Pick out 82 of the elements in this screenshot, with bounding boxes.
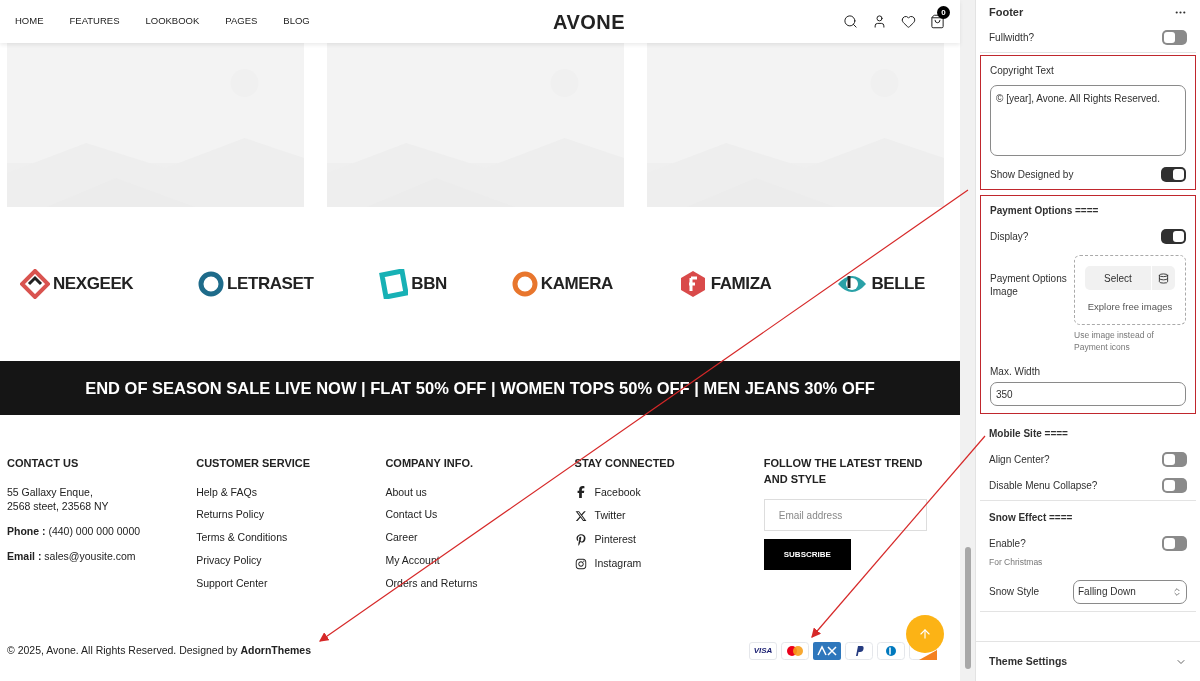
x-icon: [574, 510, 587, 523]
field-label: Snow Style: [989, 585, 1041, 600]
max-width-field[interactable]: 350: [990, 382, 1186, 406]
footer-link[interactable]: Returns Policy: [196, 507, 386, 523]
social-link[interactable]: Instagram: [594, 555, 642, 572]
footer-link[interactable]: Help & FAQs: [196, 484, 386, 501]
database-button[interactable]: [1151, 266, 1175, 290]
footer-link[interactable]: Terms & Conditions: [196, 530, 386, 546]
phone-text: Phone : (440) 000 000 0000: [7, 523, 142, 539]
bag-icon[interactable]: [930, 14, 945, 29]
address-line: 55 Gallaxy Enque,: [7, 484, 94, 499]
instagram-icon: [574, 557, 587, 570]
visa-card: VISA: [749, 642, 777, 660]
subscribe-button[interactable]: SUBSCRIBE: [763, 539, 851, 570]
nav-link[interactable]: LOOKBOOK: [145, 14, 200, 29]
email-text: Email : sales@yousite.com: [7, 549, 137, 565]
toggle-switch[interactable]: [1162, 452, 1187, 467]
brand-name: KAMERA: [540, 273, 613, 296]
pinterest-icon: [574, 533, 587, 546]
toggle-switch[interactable]: [1162, 30, 1187, 45]
column-heading: CUSTOMER SERVICE: [196, 456, 312, 471]
help-text: For Christmas: [989, 556, 1044, 569]
nav-link[interactable]: PAGES: [225, 14, 258, 29]
help-text: Use image instead of Payment icons: [1074, 329, 1155, 353]
theme-settings-accordion[interactable]: Theme Settings: [976, 641, 1200, 681]
database-icon: [1158, 272, 1169, 284]
paypal-icon: [845, 642, 873, 660]
column-heading: STAY CONNECTED: [574, 456, 676, 471]
brand-name: BBN: [411, 273, 447, 296]
column-heading: FOLLOW THE LATEST TREND AND STYLE: [763, 456, 924, 487]
footer-link[interactable]: Privacy Policy: [196, 552, 386, 569]
email-field[interactable]: Email address: [763, 499, 927, 531]
brand-name: FAMIZA: [710, 273, 772, 296]
amex-card-icon: [813, 642, 841, 660]
column-heading: CONTACT US: [7, 456, 80, 471]
select-image-button[interactable]: Select: [1085, 266, 1151, 290]
footer-link[interactable]: Career: [385, 530, 575, 546]
section-heading: Mobile Site ====: [989, 427, 1069, 441]
column-heading: COMPANY INFO.: [385, 456, 474, 471]
brand-name: BELLE: [871, 273, 925, 296]
field-label: Show Designed by: [990, 168, 1074, 182]
field-label: Disable Menu Collapse?: [989, 479, 1098, 493]
field-label: Payment Options Image: [990, 272, 1068, 299]
footer-link[interactable]: Support Center: [196, 575, 386, 592]
field-label: Max. Width: [990, 365, 1041, 379]
section-heading: Snow Effect ====: [989, 511, 1074, 525]
image-drop-zone[interactable]: Select Explore free images: [1074, 255, 1186, 325]
nav-link[interactable]: BLOG: [283, 14, 310, 29]
heart-icon[interactable]: [901, 14, 916, 29]
site-logo[interactable]: AVONE: [552, 6, 626, 37]
toggle-switch[interactable]: [1161, 167, 1186, 182]
brand-name: NEXGEEK: [53, 273, 134, 296]
address-line: 2568 steet, 23568 NY: [7, 498, 110, 513]
field-label: Fullwidth?: [989, 31, 1035, 45]
search-icon[interactable]: [843, 14, 858, 29]
field-label: Enable?: [989, 537, 1026, 551]
toggle-switch[interactable]: [1162, 536, 1187, 551]
diners-card-icon: [877, 642, 905, 660]
user-icon[interactable]: [872, 14, 887, 29]
social-link[interactable]: Pinterest: [594, 532, 637, 548]
explore-images-link[interactable]: Explore free images: [1087, 300, 1173, 315]
copyright-text: © 2025, Avone. All Rights Reserved. Designed by AdornThemes: [7, 643, 312, 659]
chevrons-up-down-icon: [1172, 586, 1182, 597]
cart-count-badge: 0: [937, 6, 950, 19]
section-heading: Payment Options ====: [990, 204, 1100, 218]
field-label: Display?: [990, 230, 1029, 244]
brand-name: LETRASET: [227, 273, 314, 296]
copyright-textarea[interactable]: © [year], Avone. All Rights Reserved.: [990, 85, 1186, 156]
nav-link[interactable]: HOME: [15, 14, 44, 29]
mastercard-icon: [781, 642, 809, 660]
social-link[interactable]: Facebook: [594, 484, 641, 501]
footer-link[interactable]: About us: [385, 484, 575, 501]
panel-title: Footer: [989, 5, 1024, 21]
footer-link[interactable]: Contact Us: [385, 507, 575, 523]
scrollbar[interactable]: [960, 0, 975, 681]
social-link[interactable]: Twitter: [594, 508, 626, 524]
field-label: Copyright Text: [990, 64, 1055, 78]
snow-style-select[interactable]: Falling Down: [1073, 579, 1187, 604]
field-label: Align Center?: [989, 453, 1050, 467]
nav-link[interactable]: FEATURES: [69, 14, 120, 29]
toggle-switch[interactable]: [1162, 478, 1187, 493]
toggle-switch[interactable]: [1161, 229, 1186, 244]
